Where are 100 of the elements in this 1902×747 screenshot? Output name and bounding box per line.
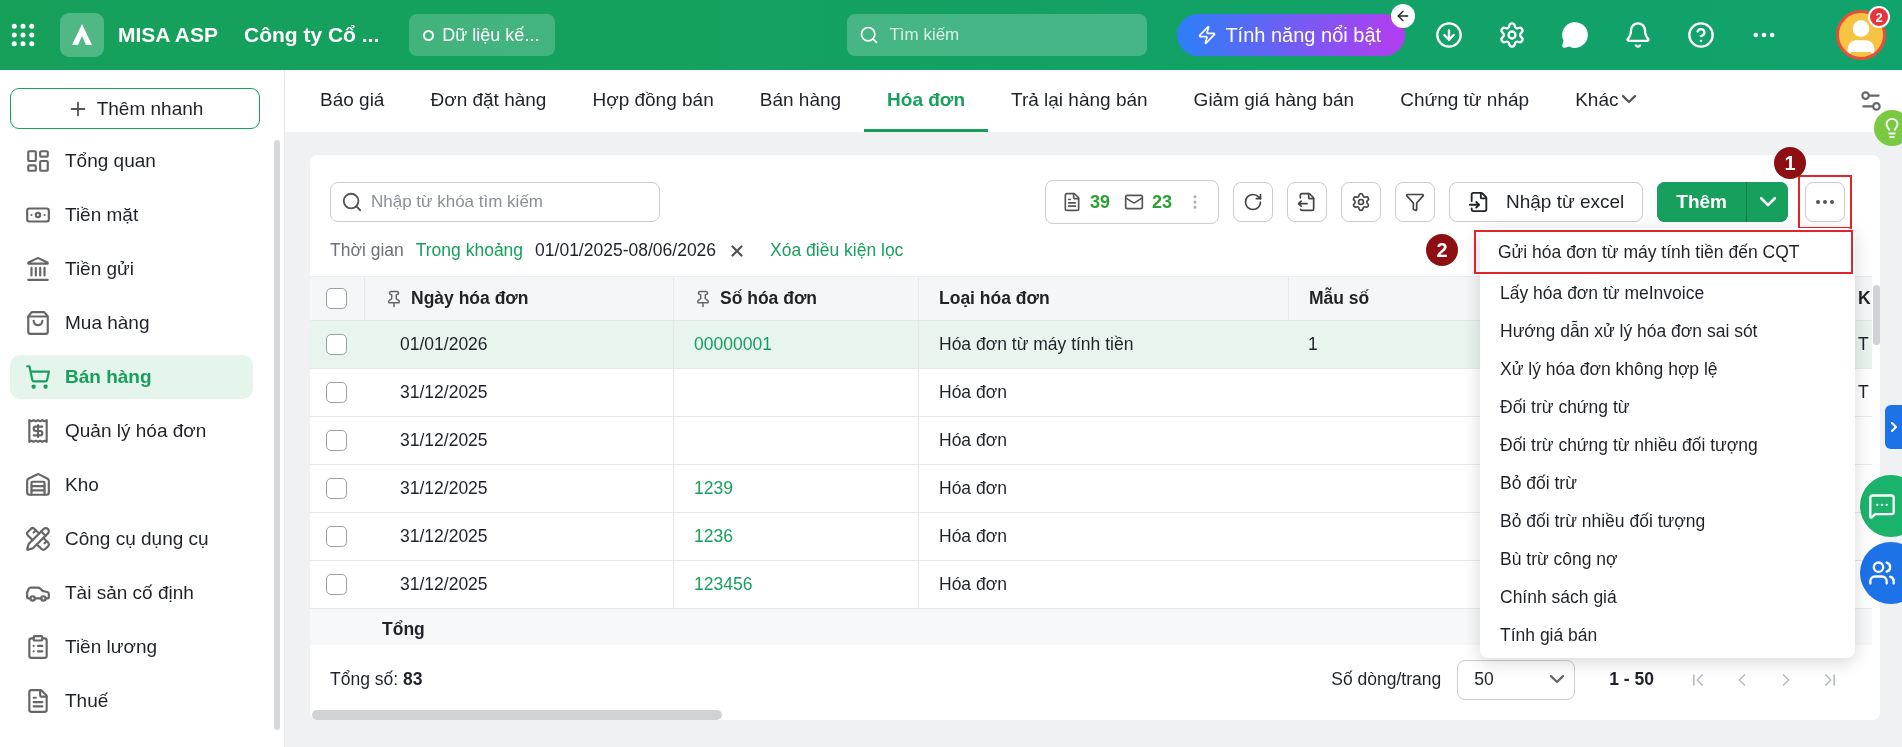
column-settings-icon[interactable] xyxy=(1858,88,1884,114)
sidebar-item[interactable]: Tài sản cố định xyxy=(10,571,253,615)
sidebar-item[interactable]: Tổng quan xyxy=(10,139,253,183)
tab[interactable]: Hợp đồng bán xyxy=(569,70,737,132)
checkbox[interactable] xyxy=(326,430,347,452)
app-name: MISA ASP xyxy=(118,23,218,47)
sidebar-item[interactable]: Thuế xyxy=(10,679,253,723)
chevron-down-icon xyxy=(1759,197,1776,207)
menu-item[interactable]: Tính giá bán xyxy=(1486,616,1849,654)
sidebar-item[interactable]: Tiền gửi xyxy=(10,247,253,291)
sidebar-item[interactable]: Tiền lương xyxy=(10,625,253,669)
search-box[interactable]: Nhập từ khóa tìm kiếm xyxy=(330,182,660,222)
search-input[interactable]: Tìm kiếm xyxy=(887,24,1128,46)
notification-badge: 2 xyxy=(1868,6,1891,28)
add-dropdown-button[interactable] xyxy=(1746,182,1788,222)
column-header[interactable]: Số hóa đơn xyxy=(720,288,818,310)
checkbox[interactable] xyxy=(326,526,347,548)
bell-icon[interactable] xyxy=(1624,21,1653,49)
lightning-icon xyxy=(1197,25,1218,45)
tab[interactable]: Báo giá xyxy=(297,70,408,132)
page-size-label: Số dòng/trang xyxy=(1331,669,1442,691)
bank-icon xyxy=(25,256,51,282)
page-range: 1 - 50 xyxy=(1609,669,1654,691)
menu-item[interactable]: Bỏ đối trừ xyxy=(1486,464,1849,502)
logo-icon xyxy=(60,13,104,57)
file-import-icon xyxy=(1467,191,1490,213)
table-cell: Hóa đơn từ máy tính tiền xyxy=(939,334,1134,356)
chat-icon[interactable] xyxy=(1561,21,1590,49)
shopping-bag-icon xyxy=(25,310,51,336)
checkbox[interactable] xyxy=(326,382,347,404)
column-header[interactable]: Ngày hóa đơn xyxy=(411,288,529,310)
column-header[interactable]: Loại hóa đơn xyxy=(939,288,1050,310)
table-cell: Hóa đơn xyxy=(939,526,1007,548)
menu-item[interactable]: Lấy hóa đơn từ meInvoice xyxy=(1486,274,1849,312)
table-cell: 31/12/2025 xyxy=(400,526,488,548)
features-button[interactable]: Tính năng nổi bật xyxy=(1177,14,1406,56)
step-marker: 1 xyxy=(1774,147,1806,179)
tab[interactable]: Giảm giá hàng bán xyxy=(1170,70,1378,132)
pencil-ruler-icon xyxy=(25,526,51,552)
table-cell: 31/12/2025 xyxy=(400,478,488,500)
date-range: 01/01/2025-08/06/2026 xyxy=(535,240,717,262)
filter-button[interactable] xyxy=(1394,182,1435,222)
scrollbar[interactable] xyxy=(274,140,280,730)
settings-button[interactable] xyxy=(1340,182,1381,222)
count: 23 xyxy=(1151,191,1172,213)
import-excel-button[interactable]: Nhập từ excel xyxy=(1448,182,1644,222)
column-header[interactable]: Mẫu số xyxy=(1309,288,1370,310)
settings-icon[interactable] xyxy=(1498,21,1527,49)
more-button[interactable] xyxy=(1805,182,1845,222)
column-header[interactable]: K xyxy=(1858,288,1871,310)
table-cell: 31/12/2025 xyxy=(400,382,488,404)
avatar[interactable] xyxy=(1836,10,1887,60)
tab[interactable]: Chứng từ nháp xyxy=(1377,70,1553,132)
file-export-icon xyxy=(1296,192,1317,212)
checkbox[interactable] xyxy=(326,478,347,500)
settings-icon xyxy=(1350,192,1371,212)
menu-item[interactable]: Gửi hóa đơn từ máy tính tiền đến CQT xyxy=(1474,230,1853,274)
quick-add-button[interactable]: Thêm nhanh xyxy=(10,88,260,129)
mail-icon xyxy=(1123,192,1144,212)
sidebar-item[interactable]: Công cụ dụng cụ xyxy=(10,517,253,561)
tab[interactable]: Bán hàng xyxy=(736,70,865,132)
sidebar-item[interactable]: Quản lý hóa đơn xyxy=(10,409,253,453)
tab[interactable]: Trả lại hàng bán xyxy=(988,70,1171,132)
export-button[interactable] xyxy=(1286,182,1327,222)
table-cell: 31/12/2025 xyxy=(400,430,488,452)
table-cell: Hóa đơn xyxy=(939,430,1007,452)
tab[interactable]: Khác xyxy=(1552,70,1660,132)
checkbox[interactable] xyxy=(326,334,347,356)
checkbox[interactable] xyxy=(326,574,347,596)
page-size-select[interactable]: 50 xyxy=(1457,659,1576,700)
sidebar-item[interactable]: Tiền mặt xyxy=(10,193,253,237)
total-label: Tổng xyxy=(382,619,425,641)
filter-label: Thời gian xyxy=(330,240,404,262)
table-cell: Hóa đơn xyxy=(939,382,1007,404)
table-cell: 1 xyxy=(1308,334,1318,356)
tab[interactable]: Đơn đặt hàng xyxy=(407,70,570,132)
dashboard-icon xyxy=(25,148,51,174)
search-icon[interactable] xyxy=(341,191,363,213)
filter-icon xyxy=(1404,192,1425,212)
menu-item[interactable]: Đối trừ chứng từ nhiều đối tượng xyxy=(1486,426,1849,464)
pin-icon[interactable] xyxy=(385,289,403,308)
scrollbar[interactable] xyxy=(1873,285,1880,345)
expand-icon[interactable] xyxy=(1885,405,1902,449)
clipboard-icon xyxy=(25,634,51,660)
step-marker: 2 xyxy=(1426,234,1458,266)
help-icon[interactable] xyxy=(1687,21,1716,49)
sidebar-item[interactable]: Mua hàng xyxy=(10,301,253,345)
refresh-button[interactable] xyxy=(1232,182,1273,222)
chat-icon xyxy=(1868,492,1896,520)
search-box[interactable]: Tìm kiếm xyxy=(847,14,1148,56)
checkbox[interactable] xyxy=(326,288,347,310)
more-icon xyxy=(1816,200,1834,204)
table-cell: T xyxy=(1858,382,1869,404)
download-icon[interactable] xyxy=(1435,21,1464,49)
chevron-down-icon xyxy=(1622,95,1637,104)
pin-icon[interactable] xyxy=(694,289,712,308)
sidebar-item[interactable]: Kho xyxy=(10,463,253,507)
scrollbar[interactable] xyxy=(312,710,722,720)
users-icon xyxy=(1868,559,1896,587)
table-cell: Hóa đơn xyxy=(939,478,1007,500)
